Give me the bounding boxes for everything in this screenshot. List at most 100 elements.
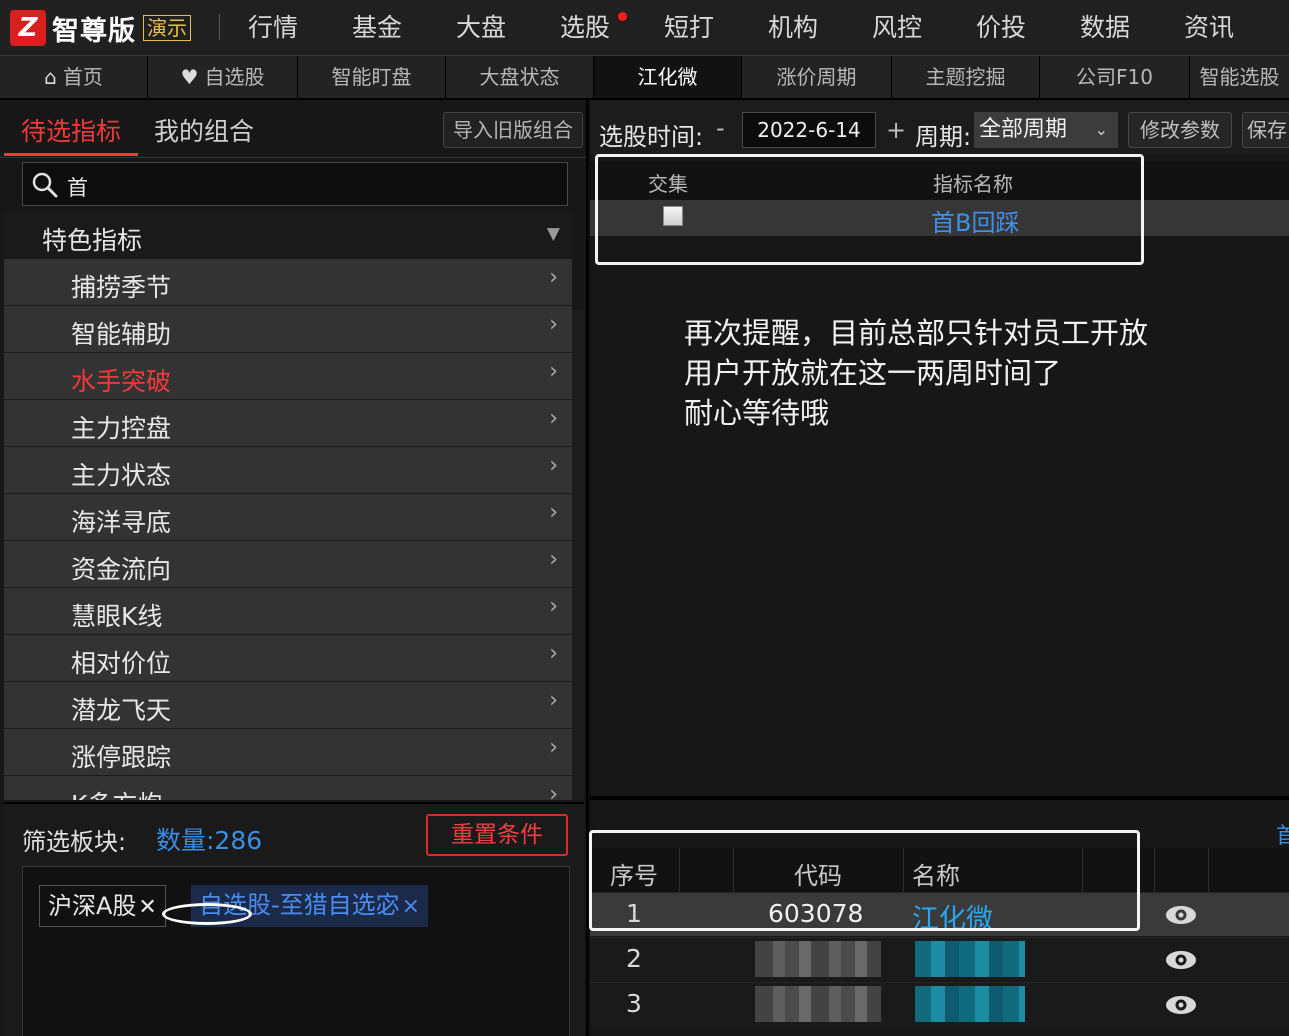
menu-item-label: 行情 (248, 13, 299, 42)
top-menu-bar: Z 智尊版 演示 行情基金大盘选股短打机构风控价投数据资讯研 (0, 0, 1289, 56)
menu-item[interactable]: 行情 (248, 0, 352, 56)
menu-item-label: 价投 (976, 13, 1027, 42)
tab-label: 智能盯盘 (331, 65, 412, 89)
chip-label: 沪深A股 (48, 892, 137, 920)
left-tab-bar: 待选指标 我的组合 导入旧版组合 (0, 100, 586, 158)
save-button[interactable]: 保存 (1242, 112, 1289, 148)
corner-text[interactable]: 首 (1276, 818, 1289, 850)
search-input[interactable]: 首 (67, 172, 88, 202)
filter-section: 筛选板块: 数量:286 重置条件 沪深A股✕ 自选股-至猎自选宓× (4, 802, 584, 1036)
tab-item[interactable]: 涨价周期 (742, 56, 892, 98)
chevron-right-icon: › (549, 641, 558, 666)
tab-item[interactable]: 大盘状态 (446, 56, 594, 98)
tab-item[interactable]: 主题挖掘 (892, 56, 1040, 98)
tab-item[interactable]: ♥ 自选股 (148, 56, 298, 98)
tab-label: 涨价周期 (776, 65, 857, 89)
table-row[interactable]: 3 (590, 982, 1289, 1026)
indicator-item-label: 慧眼K线 (71, 602, 163, 631)
indicator-search-box[interactable]: 首 (22, 162, 568, 206)
indicator-item[interactable]: 海洋寻底 › (4, 493, 572, 540)
group-title: 特色指标 (42, 226, 143, 255)
table-row[interactable]: 2 (590, 937, 1289, 981)
modify-params-button[interactable]: 修改参数 (1128, 112, 1232, 148)
highlight-box (589, 830, 1140, 931)
tab-item[interactable]: 江化微 (594, 56, 742, 98)
indicator-item[interactable]: 潜龙飞天 › (4, 681, 572, 728)
menu-item[interactable]: 基金 (352, 0, 456, 56)
import-old-combo-button[interactable]: 导入旧版组合 (443, 112, 583, 148)
menu-item-label: 资讯 (1184, 13, 1235, 42)
tab-item[interactable]: 智能盯盘 (298, 56, 446, 98)
filter-count: 数量:286 (156, 826, 263, 855)
selection-panel: 选股时间: - 2022-6-14 + 周期: 全部周期 ⌄ 修改参数 保存 交… (589, 100, 1289, 1036)
indicator-item[interactable]: 智能辅助 › (4, 305, 572, 352)
filter-label: 筛选板块: (22, 828, 127, 856)
tab-item[interactable]: 公司F10 (1040, 56, 1190, 98)
notice-line: 再次提醒，目前总部只针对员工开放 (684, 316, 1149, 350)
eye-icon[interactable] (1165, 905, 1197, 925)
date-decrement-button[interactable]: - (716, 114, 725, 142)
indicator-item-label: 水手突破 (71, 367, 172, 396)
menu-item[interactable]: 大盘 (456, 0, 560, 56)
menu-item[interactable]: 资讯 (1184, 0, 1288, 56)
tab-label: 江化微 (637, 65, 698, 89)
menu-item-label: 大盘 (456, 13, 507, 42)
scrollbar[interactable] (572, 310, 584, 800)
logo-icon: Z (10, 10, 46, 46)
indicator-item[interactable]: 捕捞季节 › (4, 258, 572, 305)
menu-item-label: 基金 (352, 13, 403, 42)
tab-my-combos[interactable]: 我的组合 (154, 112, 254, 156)
tab-candidate-indicators[interactable]: 待选指标 (4, 112, 138, 156)
heart-icon: ♥ (180, 65, 199, 89)
panel-splitter[interactable] (590, 796, 1289, 800)
menu-item[interactable]: 机构 (768, 0, 872, 56)
tab-label: 智能选股 (1199, 65, 1280, 89)
divider (219, 14, 220, 40)
reset-conditions-button[interactable]: 重置条件 (426, 814, 568, 856)
chevron-right-icon: › (549, 594, 558, 619)
row-seq: 3 (626, 989, 642, 1018)
indicator-list: 特色指标 ▼ 捕捞季节 › 智能辅助 › 水手突破 › 主力控盘 › 主力状态 › 海洋寻底 › 资金流… (4, 212, 572, 800)
indicator-item[interactable]: 主力状态 › (4, 446, 572, 493)
indicator-item-label: 智能辅助 (71, 320, 172, 349)
tab-label: 主题挖掘 (925, 65, 1006, 89)
date-input[interactable]: 2022-6-14 (742, 112, 876, 148)
tab-item[interactable]: ⌂ 首页 (0, 56, 148, 98)
chevron-right-icon: › (549, 547, 558, 572)
indicator-group-header[interactable]: 特色指标 ▼ (4, 212, 572, 258)
tab-item[interactable]: 智能选股 (1190, 56, 1289, 98)
indicator-item[interactable]: 水手突破 › (4, 352, 572, 399)
indicator-item[interactable]: 慧眼K线 › (4, 587, 572, 634)
menu-item[interactable]: 风控 (872, 0, 976, 56)
indicator-item-label: K多方炮 (71, 785, 162, 800)
indicator-item-label: 涨停跟踪 (71, 743, 172, 772)
indicator-item[interactable]: K多方炮 › (4, 775, 572, 800)
menu-item[interactable]: 选股 (560, 0, 664, 56)
sector-chip[interactable]: 沪深A股✕ (39, 885, 166, 927)
menu-item[interactable]: 价投 (976, 0, 1080, 56)
blurred-code (755, 941, 881, 977)
tab-label: 大盘状态 (479, 65, 560, 89)
close-icon[interactable]: ✕ (138, 895, 156, 920)
chevron-right-icon: › (549, 359, 558, 384)
tab-label: 首页 (62, 65, 103, 89)
close-icon[interactable]: × (402, 894, 420, 919)
indicator-item[interactable]: 相对价位 › (4, 634, 572, 681)
indicator-item-label: 潜龙飞天 (71, 696, 172, 725)
highlight-oval (162, 903, 252, 925)
eye-icon[interactable] (1165, 950, 1197, 970)
notice-line: 耐心等待哦 (684, 396, 830, 430)
chevron-right-icon: › (549, 782, 558, 800)
menu-item[interactable]: 数据 (1080, 0, 1184, 56)
indicator-item-label: 主力控盘 (71, 414, 172, 443)
eye-icon[interactable] (1165, 995, 1197, 1015)
menu-item[interactable]: 短打 (664, 0, 768, 56)
period-select[interactable]: 全部周期 ⌄ (974, 112, 1118, 148)
blurred-name (915, 941, 1025, 977)
app-logo[interactable]: Z 智尊版 演示 (10, 9, 191, 47)
indicator-item[interactable]: 主力控盘 › (4, 399, 572, 446)
indicator-item[interactable]: 资金流向 › (4, 540, 572, 587)
highlight-box (595, 154, 1144, 265)
indicator-item[interactable]: 涨停跟踪 › (4, 728, 572, 775)
date-increment-button[interactable]: + (886, 116, 906, 144)
